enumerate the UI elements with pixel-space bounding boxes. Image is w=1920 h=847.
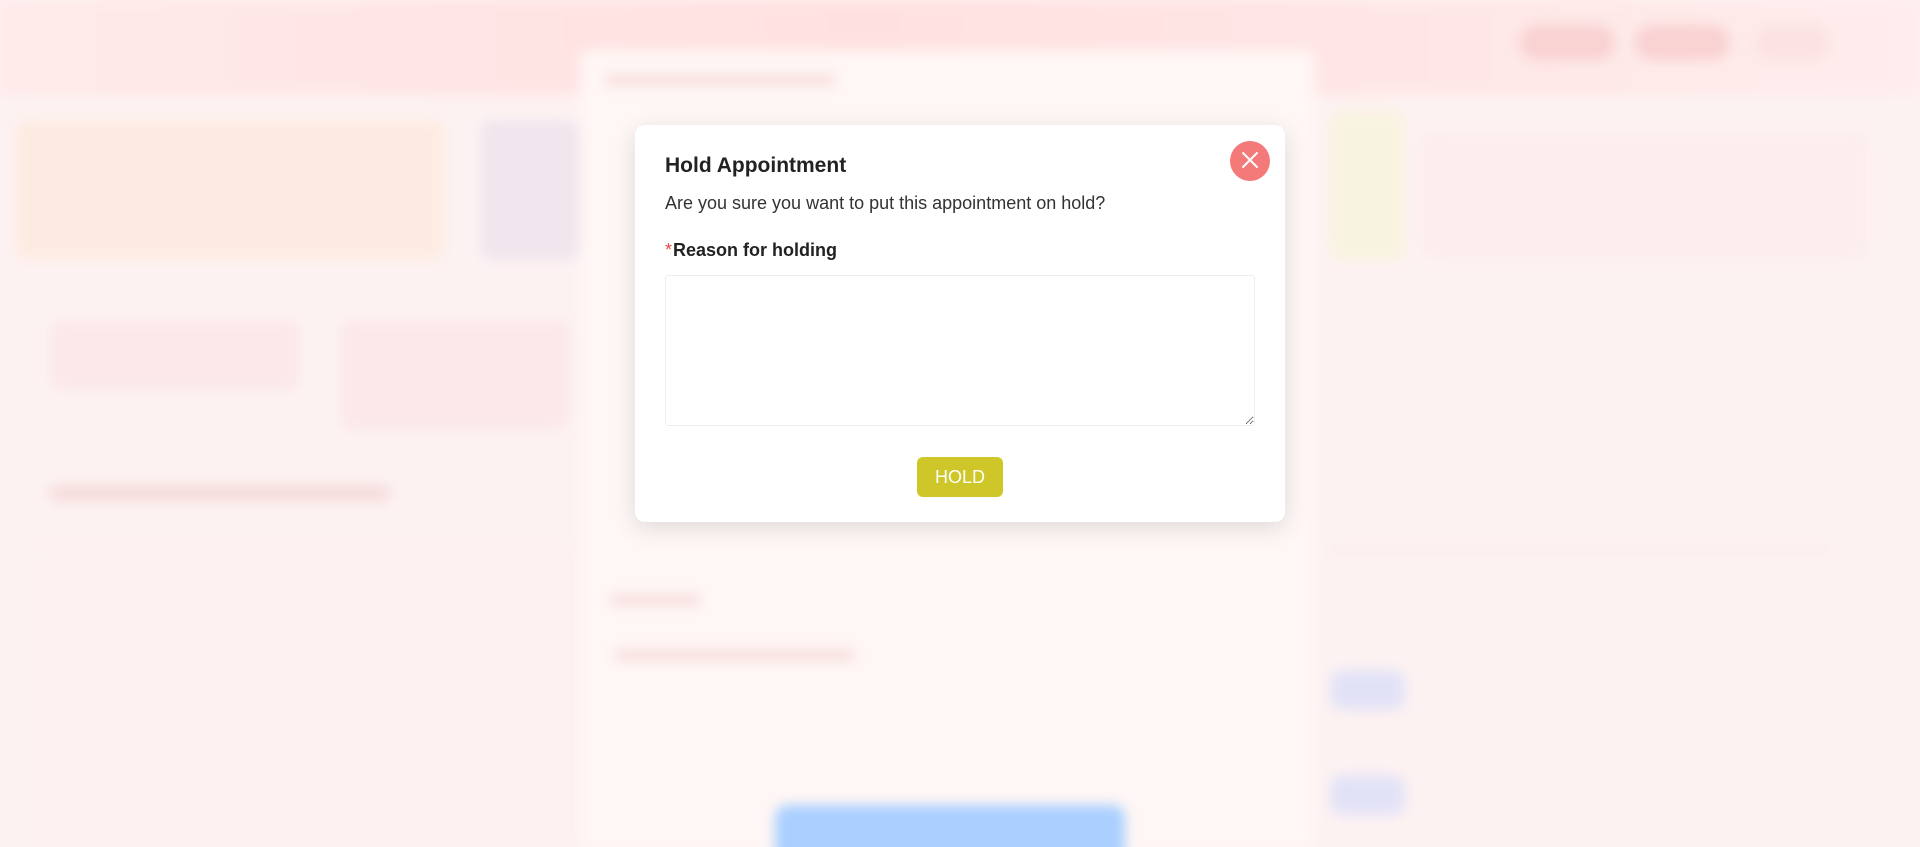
dialog-message: Are you sure you want to put this appoin… <box>665 193 1106 213</box>
reason-label-text: Reason for holding <box>673 240 838 260</box>
dialog-title: Hold Appointment <box>665 154 847 177</box>
close-icon <box>1241 151 1259 172</box>
reason-textarea[interactable] <box>665 275 1255 426</box>
hold-appointment-dialog: Hold Appointment Are you sure you want t… <box>635 125 1285 522</box>
hold-button[interactable]: HOLD <box>917 457 1003 497</box>
reason-field-label: *Reason for holding <box>665 240 837 261</box>
required-marker: * <box>665 240 673 260</box>
page: Hold Appointment Are you sure you want t… <box>0 0 1920 847</box>
close-button[interactable] <box>1230 141 1270 181</box>
